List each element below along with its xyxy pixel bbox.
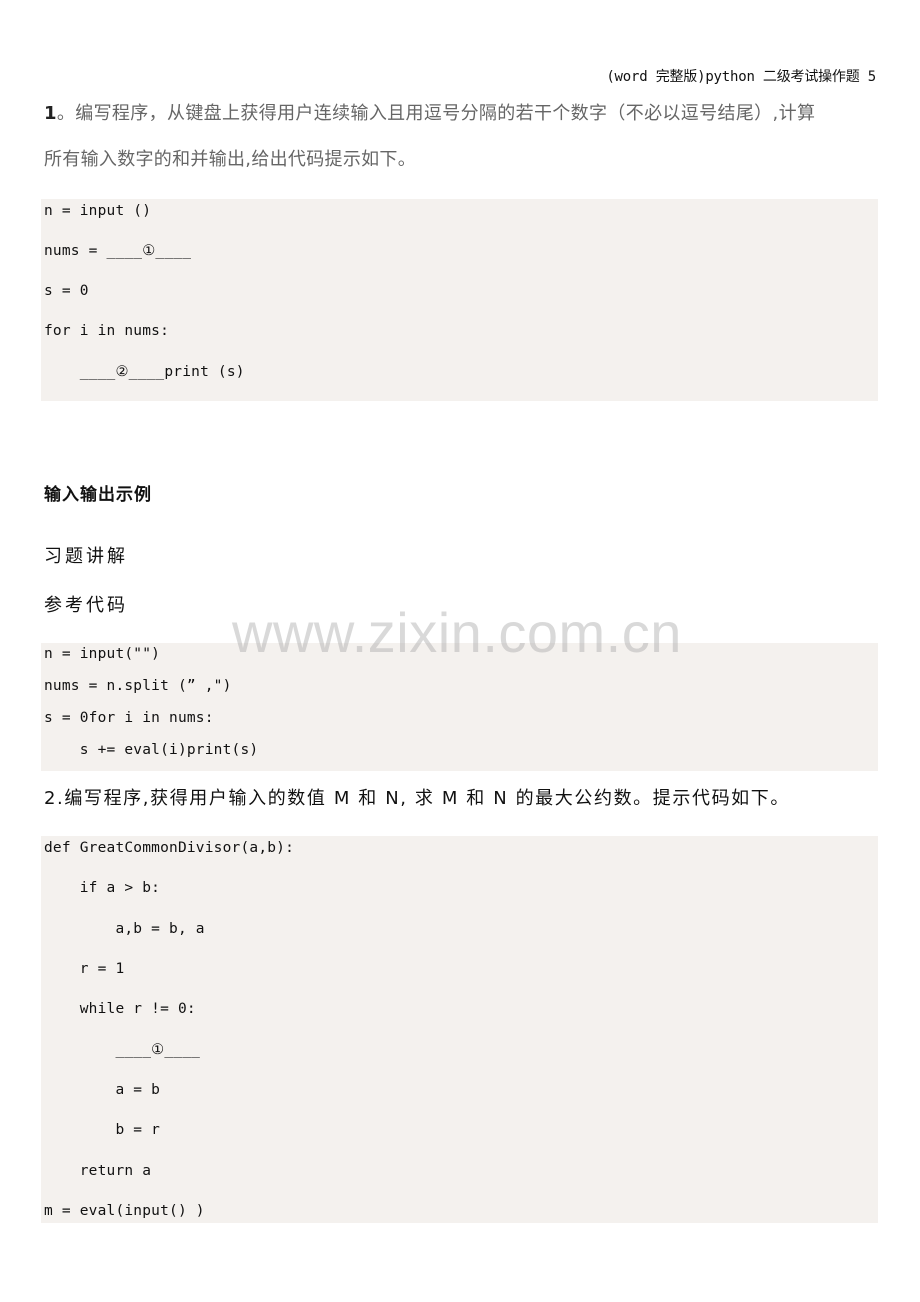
reference-code-block: n = input("") nums = n.split (” ,") s = … bbox=[41, 643, 878, 771]
code-line: nums = ____①____ bbox=[44, 243, 192, 259]
question1-text: 。编写程序，从键盘上获得用户连续输入且用逗号分隔的若干个数字（不必以逗号结尾）,… bbox=[56, 103, 816, 124]
io-example-heading: 输入输出示例 bbox=[44, 485, 152, 505]
code-line: b = r bbox=[44, 1122, 161, 1138]
code-line: nums = n.split (” ,") bbox=[44, 678, 232, 694]
code-line: n = input("") bbox=[44, 646, 161, 662]
code-line: ____①____ bbox=[44, 1042, 201, 1058]
code-line: while r != 0: bbox=[44, 1001, 196, 1017]
code-line: ____②____print (s) bbox=[44, 364, 245, 380]
code-line: a = b bbox=[44, 1082, 161, 1098]
code-line: m = eval(input() ) bbox=[44, 1203, 205, 1219]
code-line: n = input () bbox=[44, 203, 152, 219]
code-line: s = 0 bbox=[44, 283, 89, 299]
code-line: s += eval(i)print(s) bbox=[44, 742, 259, 758]
code-line: s = 0for i in nums: bbox=[44, 710, 214, 726]
question2-text: 2.编写程序,获得用户输入的数值 M 和 N, 求 M 和 N 的最大公约数。提… bbox=[44, 788, 790, 809]
code-line: for i in nums: bbox=[44, 323, 170, 339]
exercise-explanation-label: 习题讲解 bbox=[44, 546, 128, 567]
question1-hint-code-block: n = input () nums = ____①____ s = 0 for … bbox=[41, 199, 878, 401]
code-line: r = 1 bbox=[44, 961, 125, 977]
code-line: a,b = b, a bbox=[44, 921, 205, 937]
code-line: if a > b: bbox=[44, 880, 161, 896]
question1-text-line1: 1。编写程序，从键盘上获得用户连续输入且用逗号分隔的若干个数字（不必以逗号结尾）… bbox=[44, 99, 815, 125]
question1-number: 1 bbox=[44, 103, 57, 124]
code-line: return a bbox=[44, 1163, 152, 1179]
question1-text-line2: 所有输入数字的和并输出,给出代码提示如下。 bbox=[44, 149, 417, 170]
question2-hint-code-block: def GreatCommonDivisor(a,b): if a > b: a… bbox=[41, 836, 878, 1223]
reference-code-label: 参考代码 bbox=[44, 595, 128, 616]
document-header: (word 完整版)python 二级考试操作题 5 bbox=[606, 69, 876, 85]
code-line: def GreatCommonDivisor(a,b): bbox=[44, 840, 295, 856]
